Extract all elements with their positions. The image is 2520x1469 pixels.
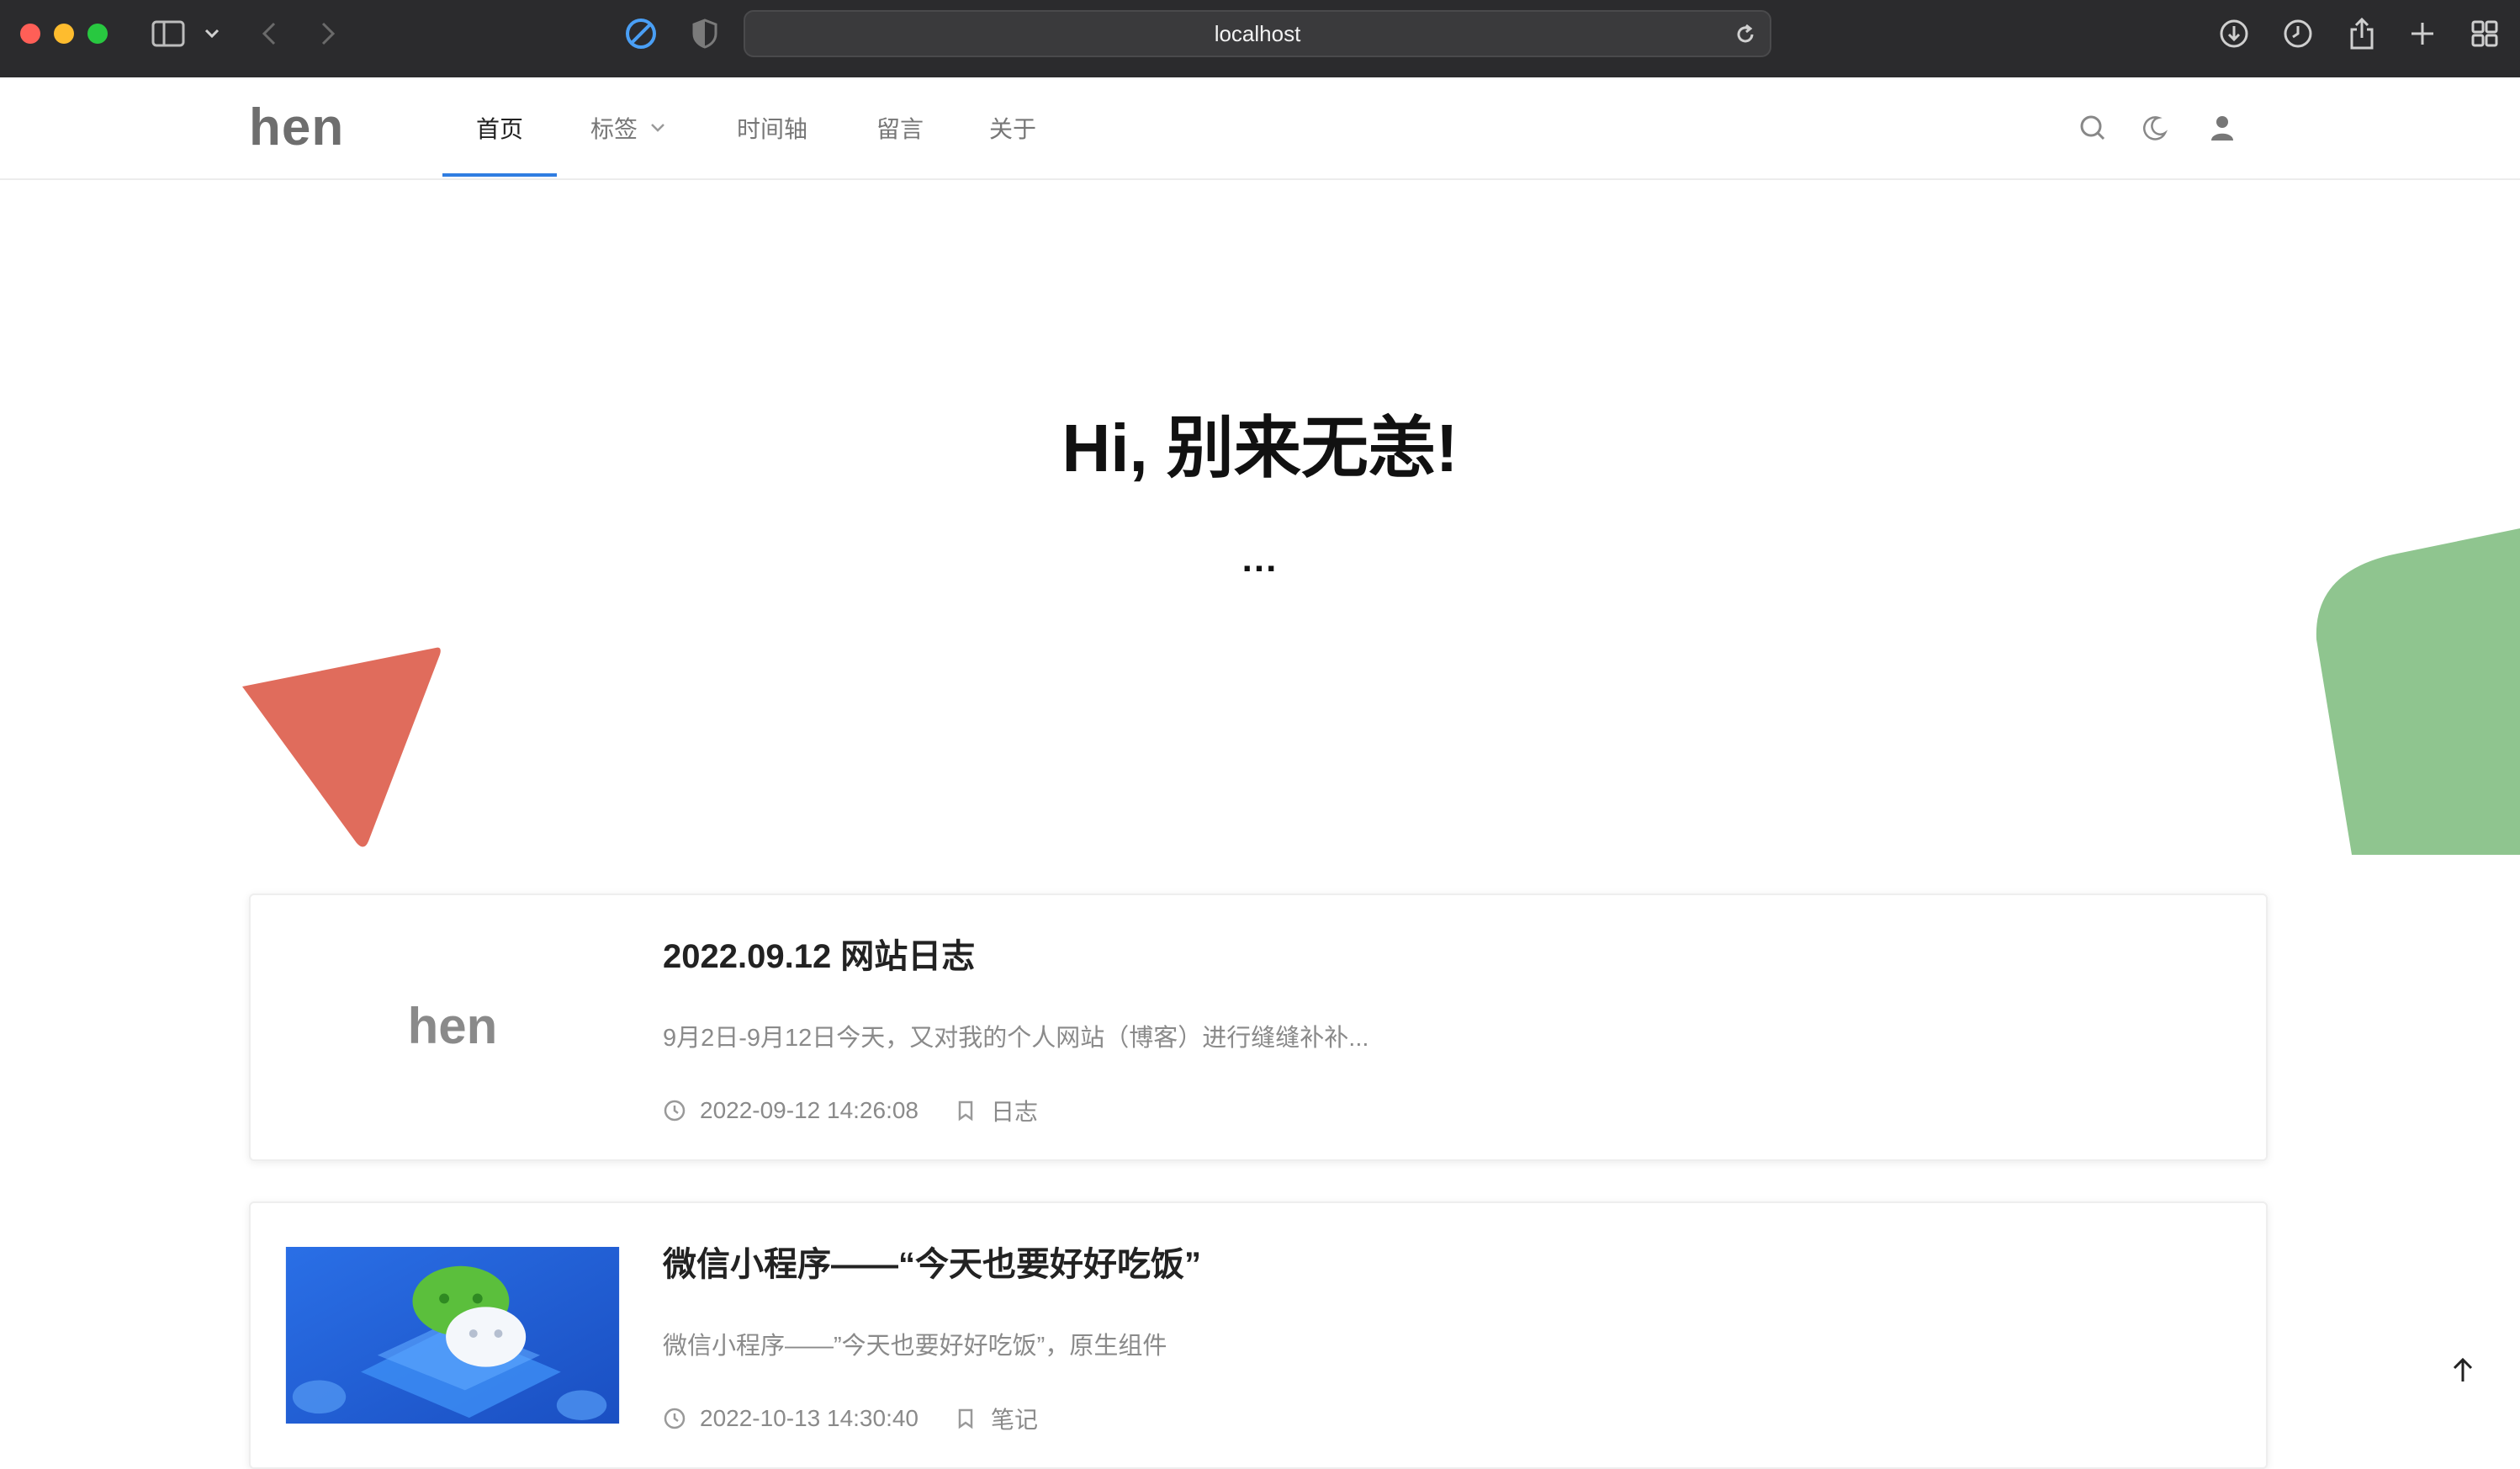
- forward-icon[interactable]: [315, 17, 341, 50]
- close-window-button[interactable]: [20, 24, 40, 44]
- site-header: hen 首页 标签 时间轴 留言 关于: [0, 77, 2520, 180]
- chevron-down-icon[interactable]: [200, 17, 224, 50]
- downloads-icon[interactable]: [2217, 17, 2251, 50]
- minimize-window-button[interactable]: [54, 24, 74, 44]
- zoom-window-button[interactable]: [87, 24, 108, 44]
- nav-home[interactable]: 首页: [476, 77, 523, 178]
- article-summary: 微信小程序——”今天也要好好吃饭”，原生组件: [663, 1333, 1167, 1360]
- article-title[interactable]: 2022.09.12 网站日志: [663, 929, 975, 978]
- search-icon[interactable]: [2076, 111, 2110, 145]
- decorative-blob: [2316, 528, 2520, 855]
- article-date: 2022-10-13 14:30:40: [700, 1405, 919, 1431]
- clock-icon: [663, 1099, 686, 1122]
- nav-tags-label: 标签: [590, 116, 638, 142]
- nav-messages[interactable]: 留言: [876, 77, 924, 178]
- new-tab-icon[interactable]: [2406, 17, 2439, 50]
- browser-toolbar: localhost: [0, 0, 2520, 79]
- sidebar-toggle-icon[interactable]: [150, 17, 187, 50]
- hero-title: Hi, 别来无恙!: [1061, 411, 1459, 485]
- reload-icon[interactable]: [1733, 22, 1758, 47]
- nav-timeline[interactable]: 时间轴: [737, 77, 807, 178]
- article-tag[interactable]: 笔记: [991, 1402, 1038, 1435]
- article-date: 2022-09-12 14:26:08: [700, 1097, 919, 1123]
- url-text: localhost: [1214, 20, 1301, 46]
- clock-icon: [663, 1407, 686, 1430]
- tab-overview-icon[interactable]: [2468, 17, 2501, 50]
- user-icon[interactable]: [2205, 111, 2239, 145]
- share-icon[interactable]: [2345, 17, 2379, 50]
- article-meta: 2022-10-13 14:30:40 笔记: [663, 1402, 1038, 1435]
- article-card[interactable]: 微信小程序——“今天也要好好吃饭” 微信小程序——”今天也要好好吃饭”，原生组件…: [249, 1201, 2268, 1469]
- article-title[interactable]: 微信小程序——“今天也要好好吃饭”: [663, 1237, 1201, 1286]
- nav-home-label: 首页: [476, 116, 524, 142]
- nav-timeline-label: 时间轴: [737, 116, 808, 142]
- article-card[interactable]: hen 2022.09.12 网站日志 9月2日-9月12日今天，又对我的个人网…: [249, 894, 2268, 1161]
- extension-icon[interactable]: [624, 17, 658, 50]
- history-icon[interactable]: [2281, 17, 2315, 50]
- dark-mode-icon[interactable]: [2138, 111, 2172, 145]
- article-meta: 2022-09-12 14:26:08 日志: [663, 1094, 1038, 1127]
- article-tag[interactable]: 日志: [991, 1094, 1038, 1127]
- decorative-triangle: [242, 647, 441, 847]
- article-thumbnail-wechat-image[interactable]: [284, 1247, 621, 1424]
- back-icon[interactable]: [256, 17, 283, 50]
- active-nav-indicator: [442, 173, 557, 177]
- back-to-top-icon[interactable]: [2444, 1351, 2481, 1388]
- nav-tags[interactable]: 标签: [590, 77, 666, 178]
- article-summary: 9月2日-9月12日今天，又对我的个人网站（博客）进行缝缝补补...: [663, 1025, 1369, 1052]
- hero-subtitle: ...: [1241, 538, 1279, 580]
- nav-about[interactable]: 关于: [989, 77, 1036, 178]
- article-thumbnail[interactable]: hen: [284, 937, 621, 1114]
- nav-messages-label: 留言: [876, 116, 924, 142]
- nav-about-label: 关于: [989, 116, 1037, 142]
- address-bar[interactable]: localhost: [744, 10, 1771, 57]
- tag-icon: [954, 1099, 977, 1122]
- tag-icon: [954, 1407, 977, 1430]
- chevron-down-icon: [649, 122, 666, 134]
- privacy-shield-icon[interactable]: [688, 17, 722, 50]
- site-logo[interactable]: hen: [249, 98, 344, 157]
